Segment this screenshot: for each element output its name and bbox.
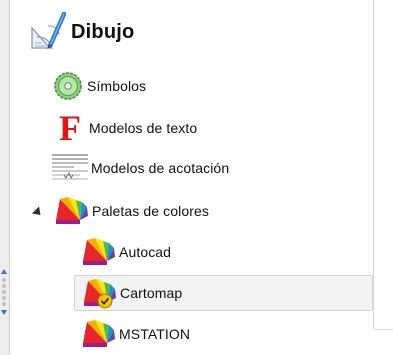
drawing-tree-view: Dibujo Símbolos F Modelos de texto Model… [0,0,392,355]
symbol-circle-icon [51,69,85,103]
tree-item-label: Modelos de acotación [91,160,230,176]
font-f-icon: F [51,111,89,145]
tree-item-label: Paletas de colores [92,203,209,219]
tree-item-label: Cartomap [120,285,183,301]
color-palette-icon [52,194,90,228]
tree-root-label: Dibujo [71,20,135,43]
color-palette-icon [79,317,117,351]
svg-text:F: F [59,111,81,145]
tree-item-autocad[interactable]: Autocad [79,235,171,269]
tree-item-cartomap[interactable]: Cartomap [74,275,373,311]
dimension-lines-icon [50,151,90,185]
tree-item-label: Autocad [119,244,172,260]
tree-item-mstation[interactable]: MSTATION [79,317,190,351]
drawing-tools-icon [28,12,68,52]
tree-root-dibujo[interactable]: Dibujo [28,12,134,52]
tree-item-modelos-de-acotacion[interactable]: Modelos de acotación [50,151,229,185]
tree-item-label: Modelos de texto [89,120,198,136]
tree-item-modelos-de-texto[interactable]: F Modelos de texto [51,111,197,145]
color-palette-check-icon [80,276,118,310]
tree-item-paletas-de-colores[interactable]: Paletas de colores [52,194,209,228]
tree-item-label: Símbolos [87,78,147,94]
expand-collapse-toggle-icon[interactable] [31,206,45,219]
tree-item-simbolos[interactable]: Símbolos [51,69,146,103]
page: Dibujo Símbolos F Modelos de texto Model… [0,0,393,355]
color-palette-icon [79,235,117,269]
tree-item-label: MSTATION [119,326,191,342]
